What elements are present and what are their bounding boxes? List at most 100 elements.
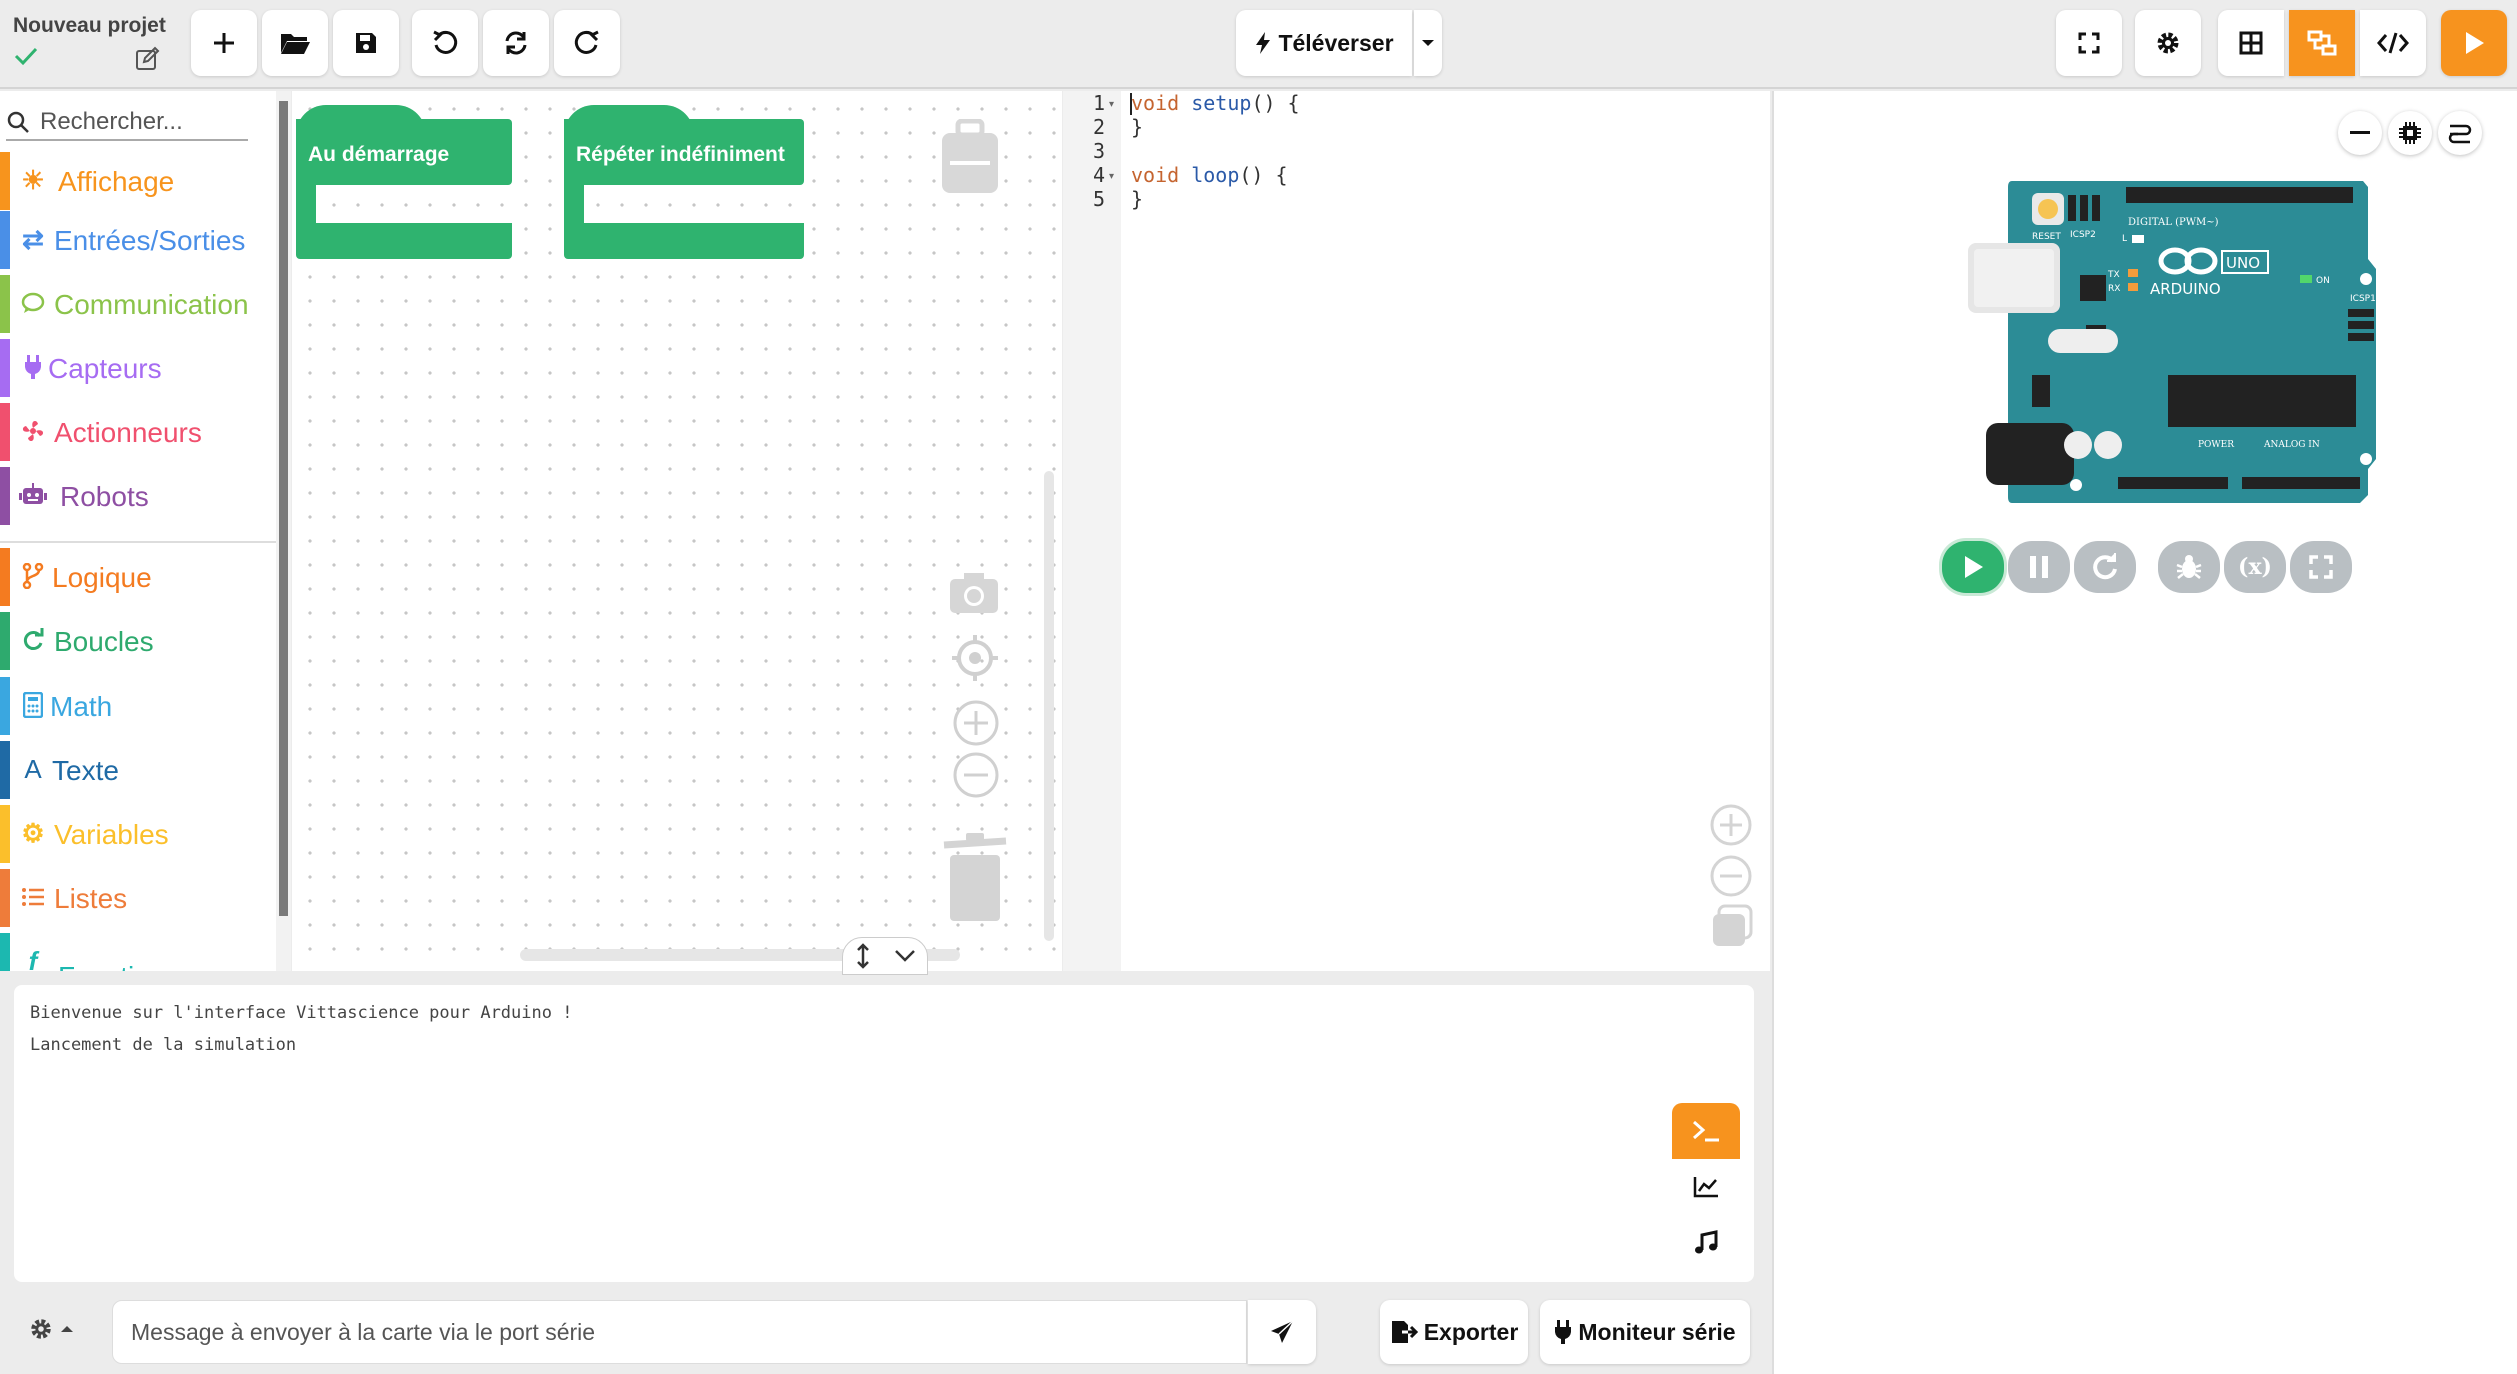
copy-code-icon[interactable] (1711, 904, 1753, 953)
expand-icon (2309, 555, 2333, 579)
block-setup[interactable]: Au démarrage (296, 105, 512, 259)
code-line-1: void setup() { (1131, 91, 1300, 115)
refresh-button[interactable] (483, 10, 549, 76)
resize-panel-handle[interactable] (842, 937, 928, 975)
block-loop[interactable]: Répéter indéfiniment (564, 105, 804, 259)
wiring-icon[interactable] (2438, 111, 2482, 155)
sim-restart-button[interactable] (2074, 541, 2136, 593)
category-texte[interactable]: A Texte (0, 741, 276, 799)
open-project-button[interactable] (262, 10, 328, 76)
plotter-tab-button[interactable] (1672, 1159, 1740, 1215)
music-tab-button[interactable] (1672, 1215, 1740, 1271)
sim-fullscreen-button[interactable] (2290, 541, 2352, 593)
trash-icon[interactable] (942, 831, 1008, 928)
chevron-down-icon (894, 950, 915, 962)
backpack-icon[interactable] (938, 118, 1002, 200)
terminal-icon (1693, 1120, 1719, 1142)
terminal-tab-button[interactable] (1672, 1103, 1740, 1159)
console-settings-button[interactable] (28, 1316, 74, 1342)
code-zoom-in-icon[interactable] (1709, 803, 1753, 852)
editor-gutter: 1 2 3 4 5 ▾ ▾ (1063, 91, 1121, 971)
serial-monitor-button[interactable]: Moniteur série (1540, 1300, 1750, 1364)
sim-debug-button[interactable] (2158, 541, 2220, 593)
gear-icon (31, 1319, 51, 1339)
serial-console: Bienvenue sur l'interface Vittascience p… (14, 985, 1754, 1282)
toolbox-search[interactable]: Rechercher... (6, 105, 248, 141)
new-project-button[interactable] (191, 10, 257, 76)
edit-title-icon[interactable] (134, 46, 160, 77)
grid-icon (2239, 31, 2263, 55)
send-serial-button[interactable] (1248, 1300, 1316, 1364)
floppy-icon (356, 33, 376, 53)
list-icon (18, 882, 48, 912)
category-capteurs[interactable]: Capteurs (0, 339, 276, 397)
settings-button[interactable] (2135, 10, 2201, 76)
screenshot-icon[interactable] (948, 571, 1000, 620)
upload-button[interactable]: Téléverser (1236, 10, 1412, 76)
code-editor[interactable]: 1 2 3 4 5 ▾ ▾ void setup() { } void loop… (1063, 91, 1770, 971)
send-icon (1271, 1320, 1294, 1343)
zoom-out-icon[interactable] (952, 751, 1000, 804)
blockly-workspace[interactable]: Au démarrage Répéter indéfiniment (292, 91, 1062, 975)
play-icon (1965, 556, 1983, 578)
sim-play-button[interactable] (1942, 541, 2004, 593)
code-line-2: } (1131, 115, 1144, 139)
zoom-in-icon[interactable] (952, 699, 1000, 752)
robot-icon (18, 480, 48, 510)
category-listes[interactable]: Listes (0, 869, 276, 927)
code-view-button[interactable] (2360, 10, 2426, 76)
code-line-5: } (1131, 187, 1144, 211)
project-title: Nouveau projet (13, 14, 166, 37)
gear-icon (2157, 32, 2179, 54)
undo-icon (433, 30, 458, 54)
category-affichage[interactable]: ☀ Affichage (0, 152, 276, 210)
recenter-icon[interactable] (952, 635, 998, 686)
chart-line-icon (1693, 1177, 1718, 1198)
category-robots[interactable]: Robots (0, 467, 276, 525)
export-button[interactable]: Exporter (1380, 1300, 1528, 1364)
split-view-button[interactable] (2289, 10, 2355, 76)
code-line-4: void loop() { (1131, 163, 1288, 187)
svg-text:RX: RX (2108, 284, 2120, 294)
caret-up-icon (61, 1326, 73, 1332)
toolbox-scrollbar[interactable] (276, 91, 291, 971)
chip-icon[interactable] (2388, 111, 2432, 155)
svg-text:UNO: UNO (2226, 254, 2260, 272)
fold-icon[interactable]: ▾ (1109, 171, 1114, 182)
minimize-sim-icon[interactable] (2338, 111, 2382, 155)
block-toolbox: Rechercher... ☀ Affichage ⇄ Entrées/Sort… (0, 91, 276, 971)
undo-button[interactable] (412, 10, 478, 76)
text-icon: A (24, 753, 42, 784)
redo-button[interactable] (554, 10, 620, 76)
arduino-uno-board[interactable]: RESET ICSP2 DIGITAL (PWM~) L TX RX ARDUI… (1968, 179, 2378, 505)
category-variables[interactable]: ⚙ Variables (0, 805, 276, 863)
svg-text:ICSP2: ICSP2 (2070, 230, 2096, 240)
play-icon (2466, 32, 2484, 54)
category-math[interactable]: Math (0, 677, 276, 735)
code-zoom-out-icon[interactable] (1709, 854, 1753, 903)
category-communication[interactable]: Communication (0, 275, 276, 333)
caret-down-icon (1422, 40, 1434, 46)
category-logique[interactable]: Logique (0, 548, 276, 606)
upload-options-dropdown[interactable] (1414, 10, 1442, 76)
sim-pause-button[interactable] (2008, 541, 2070, 593)
workspace-v-scrollbar[interactable] (1044, 471, 1054, 941)
blocks-view-button[interactable] (2218, 10, 2284, 76)
calculator-icon (18, 690, 48, 720)
save-button[interactable] (333, 10, 399, 76)
category-entrees-sorties[interactable]: ⇄ Entrées/Sorties (0, 211, 276, 269)
loop-icon (18, 625, 48, 655)
sim-variables-button[interactable]: (x) (2224, 541, 2286, 593)
plus-icon (214, 33, 234, 53)
upload-label: Téléverser (1278, 29, 1394, 56)
category-actionneurs[interactable]: Actionneurs (0, 403, 276, 461)
console-line: Lancement de la simulation (30, 1035, 297, 1055)
fullscreen-button[interactable] (2056, 10, 2122, 76)
toolbox-search-input[interactable]: Rechercher... (40, 108, 183, 136)
serial-message-input[interactable]: Message à envoyer à la carte via le port… (112, 1300, 1247, 1364)
svg-text:L: L (2122, 234, 2127, 244)
run-simulation-button[interactable] (2441, 10, 2507, 76)
category-boucles[interactable]: Boucles (0, 612, 276, 670)
fold-icon[interactable]: ▾ (1109, 99, 1114, 110)
category-fonctions[interactable]: f Fonctions (0, 933, 276, 971)
